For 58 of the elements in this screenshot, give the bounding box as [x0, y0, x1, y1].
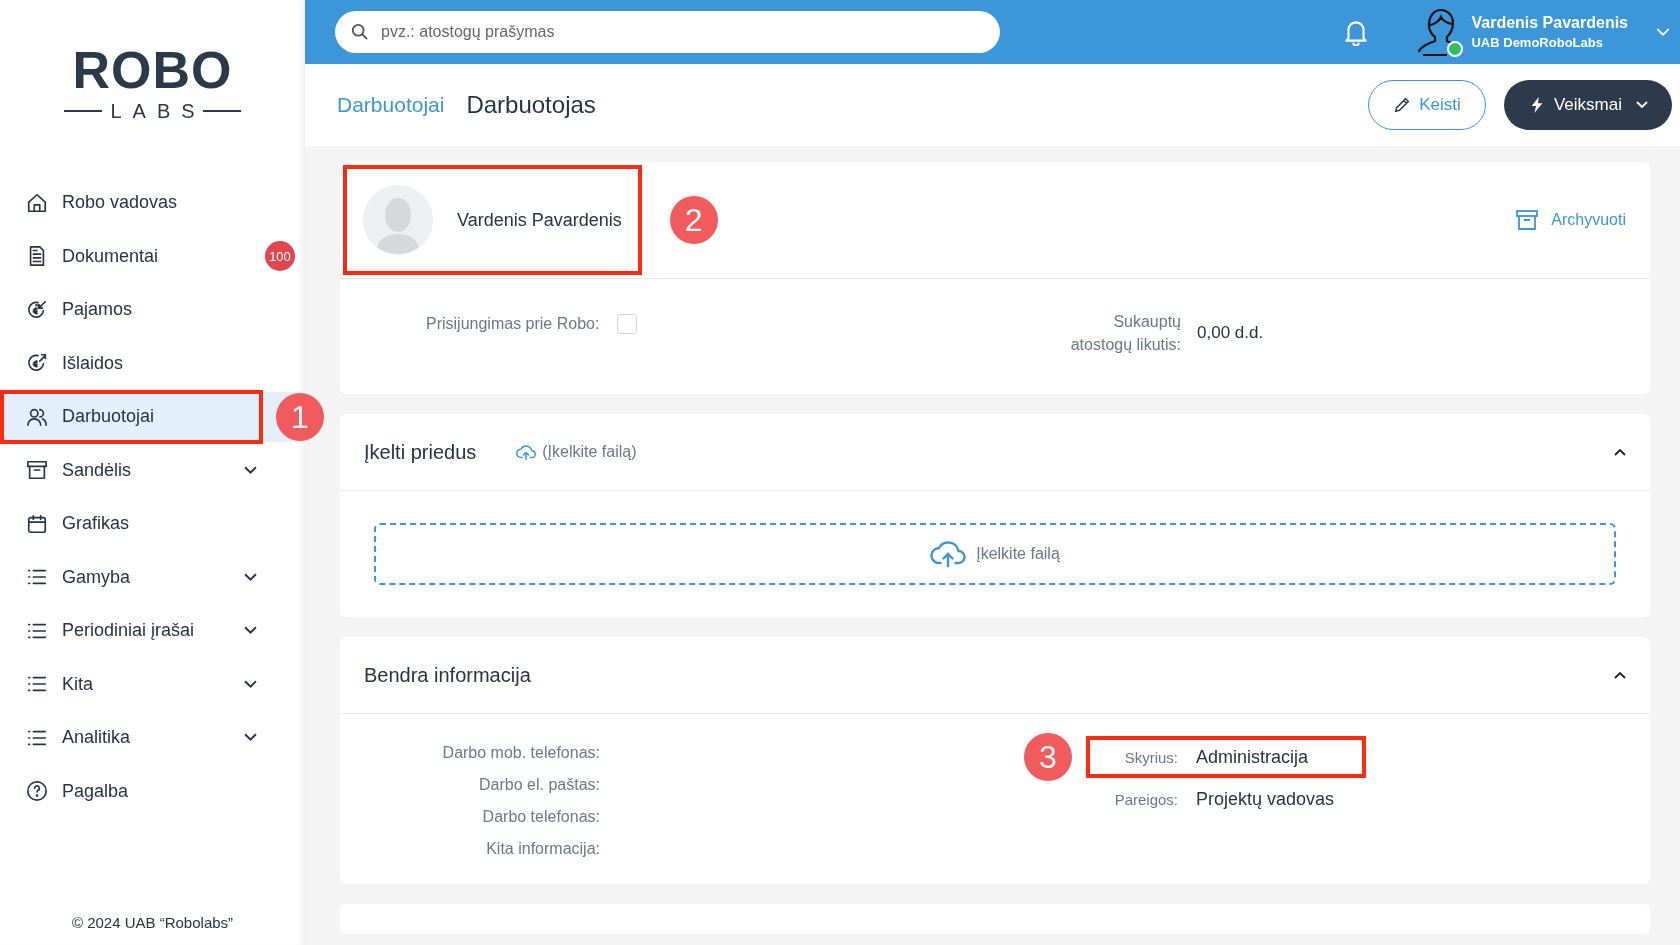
employee-name: Vardenis Pavardenis	[457, 209, 622, 231]
archive-icon	[26, 459, 48, 482]
sidebar-item[interactable]: Dokumentai	[0, 229, 255, 283]
actions-button[interactable]: Veiksmai	[1503, 80, 1672, 130]
avatar-icon	[363, 185, 433, 255]
sidebar-item[interactable]: Kita	[0, 657, 305, 711]
field-label: Sukauptų atostogų likutis:	[1069, 312, 1181, 356]
archive-icon	[1515, 208, 1540, 232]
sidebar-item[interactable]: Pagalba	[0, 764, 305, 818]
field-value: 0,00 d.d.	[1197, 323, 1264, 344]
logo-wordmark: ROBO	[72, 43, 233, 96]
home-icon	[26, 191, 48, 214]
sidebar-item[interactable]: Išlaidos	[0, 336, 305, 390]
notifications-icon[interactable]	[1343, 18, 1370, 46]
section-title: Bendra informacija	[364, 663, 531, 687]
company-name: UAB DemoRoboLabs	[1471, 35, 1604, 50]
pencil-icon	[1393, 96, 1412, 114]
sidebar-item[interactable]: Grafikas	[0, 497, 305, 551]
sidebar-item[interactable]: Darbuotojai	[0, 390, 263, 444]
checkbox[interactable]	[617, 314, 638, 334]
field-value: Administracija	[1196, 746, 1309, 768]
dropzone-text: Įkelkite failą	[976, 545, 1060, 563]
copyright-text: © 2024 UAB “Robolabs”	[70, 914, 235, 933]
callout-marker: 2	[669, 196, 718, 244]
cloud-upload-icon	[516, 443, 537, 461]
cloud-upload-icon	[930, 539, 967, 569]
field-label: Skyrius:	[1123, 748, 1178, 766]
count-badge: 100	[265, 241, 295, 272]
page-title: Darbuotojas	[466, 91, 596, 119]
sidebar-item[interactable]: Robo vadovas	[0, 176, 305, 230]
field-label: Prisijungimas prie Robo:	[426, 315, 600, 333]
user-name: Vardenis Pavardenis	[1471, 14, 1628, 32]
logo-subtitle: LABS	[110, 99, 206, 123]
sidebar-item[interactable]: Analitika	[0, 711, 305, 765]
chevron-down-icon[interactable]	[1656, 27, 1670, 37]
field-label: Darbo telefonas:	[482, 808, 600, 826]
sidebar-item[interactable]: Periodiniai įrašai	[0, 604, 305, 658]
sidebar-item[interactable]: Sandėlis	[0, 443, 305, 497]
field-label: Kita informacija:	[486, 840, 600, 858]
help-icon	[26, 780, 48, 803]
chevron-up-icon[interactable]	[1614, 671, 1626, 679]
field-label: Pareigos:	[1113, 790, 1178, 808]
file-dropzone[interactable]: Įkelkite failą	[374, 523, 1616, 585]
chevron-down-icon	[1636, 101, 1648, 109]
income-icon	[26, 298, 48, 321]
sidebar-item[interactable]: Gamyba	[0, 550, 305, 604]
search-field[interactable]: pvz.: atostogų prašymas	[335, 11, 1000, 53]
search-icon	[351, 23, 369, 41]
field-label: Darbo mob. telefonas:	[442, 744, 600, 762]
callout-marker: 1	[276, 393, 324, 441]
sidebar-item[interactable]: Pajamos	[0, 283, 305, 337]
field-label: Darbo el. paštas:	[479, 776, 600, 794]
chevron-up-icon[interactable]	[1614, 448, 1626, 456]
field-value: Projektų vadovas	[1196, 788, 1335, 810]
calendar-icon	[26, 512, 48, 535]
upload-link[interactable]: (Įkelkite failą)	[516, 443, 637, 461]
section-title: Įkelti priedus	[364, 440, 477, 464]
callout-marker: 3	[1024, 733, 1072, 781]
